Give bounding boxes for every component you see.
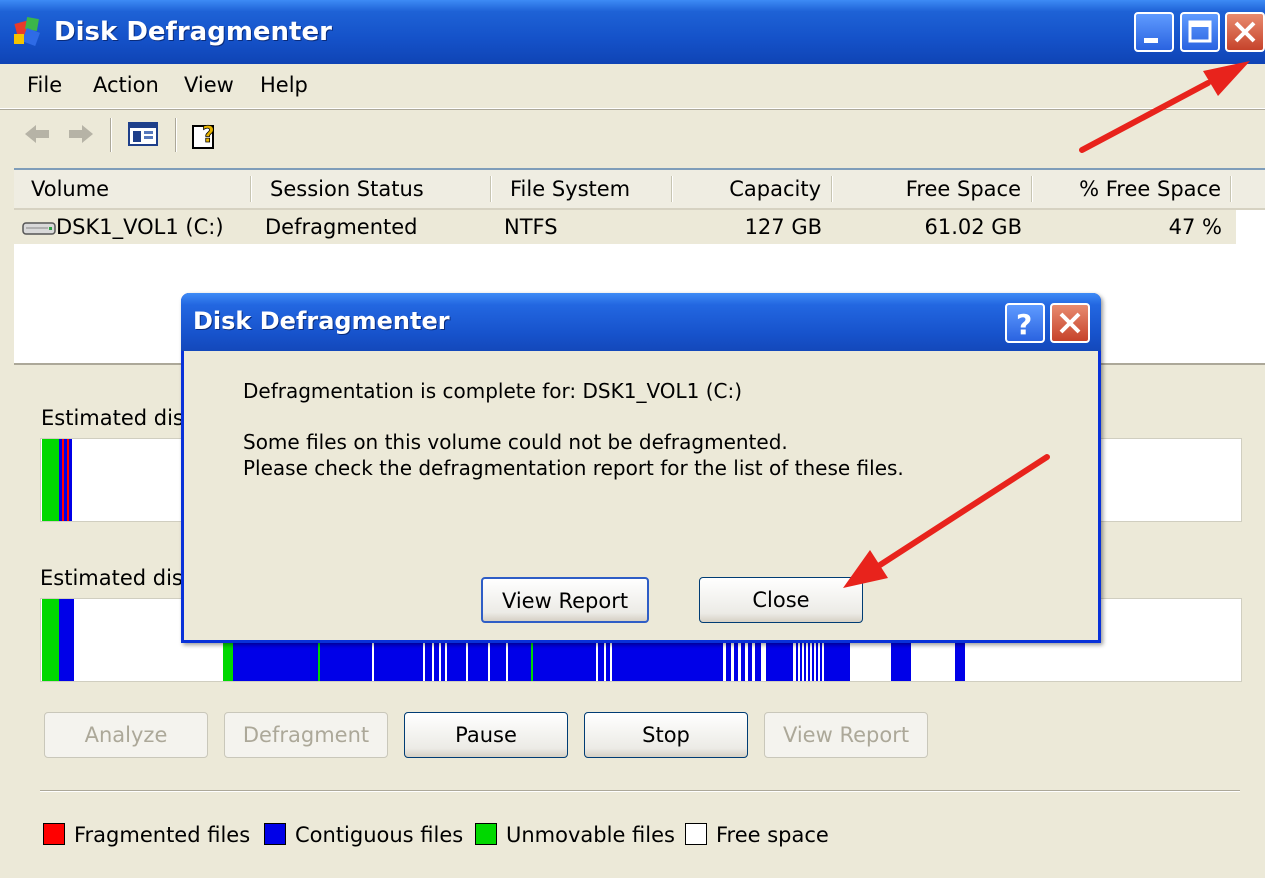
bar-segment-unmovable [42, 439, 59, 521]
legend-free-label: Free space [716, 823, 829, 847]
column-capacity[interactable]: Capacity [729, 177, 821, 201]
cell-volume: DSK1_VOL1 (C:) [56, 215, 224, 239]
menu-help[interactable]: Help [260, 73, 308, 97]
pause-button[interactable]: Pause [404, 712, 568, 758]
bar-segment-contiguous [59, 599, 74, 681]
dialog-close-x-button[interactable] [1050, 303, 1090, 343]
maximize-button[interactable] [1180, 12, 1220, 52]
dialog-title: Disk Defragmenter [193, 307, 450, 335]
column-separator[interactable] [831, 176, 832, 202]
legend-fragmented-label: Fragmented files [74, 823, 251, 847]
view-report-button[interactable]: View Report [764, 712, 928, 758]
svg-text:?: ? [1016, 308, 1032, 341]
column-session-status[interactable]: Session Status [270, 177, 424, 201]
help-icon: ? [1016, 308, 1032, 341]
cell-free-space: 61.02 GB [924, 215, 1022, 239]
window-title: Disk Defragmenter [54, 17, 332, 47]
maximize-icon [1188, 20, 1212, 43]
before-defrag-label: Estimated disk [41, 406, 197, 430]
completion-dialog: Disk Defragmenter ? Defragmentation is c… [181, 293, 1101, 643]
dialog-help-button[interactable]: ? [1005, 303, 1045, 343]
column-percent-free-space[interactable]: % Free Space [1079, 177, 1221, 201]
show-hide-console-tree-icon[interactable] [127, 120, 159, 148]
column-separator[interactable] [490, 176, 491, 202]
column-file-system[interactable]: File System [510, 177, 630, 201]
toolbar: ? [0, 110, 1265, 158]
back-arrow-icon[interactable] [22, 120, 52, 148]
legend-swatch-free [685, 823, 707, 845]
divider [40, 790, 1240, 791]
toolbar-separator [175, 118, 176, 152]
menu-view[interactable]: View [184, 73, 234, 97]
column-separator[interactable] [1230, 176, 1231, 202]
close-icon [1059, 312, 1081, 334]
bar-segment-fragmented [62, 439, 64, 521]
after-defrag-label: Estimated disk [40, 566, 196, 590]
bar-segment-unmovable [42, 599, 59, 681]
defragment-button[interactable]: Defragment [224, 712, 388, 758]
column-volume[interactable]: Volume [31, 177, 109, 201]
main-title-bar[interactable]: Disk Defragmenter [0, 0, 1265, 64]
dialog-view-report-button[interactable]: View Report [481, 577, 649, 623]
menu-file[interactable]: File [27, 73, 62, 97]
cell-percent-free-space: 47 % [1168, 215, 1222, 239]
dialog-message-line3: Please check the defragmentation report … [243, 456, 904, 480]
legend-swatch-fragmented [43, 823, 65, 845]
minimize-icon [1144, 38, 1158, 43]
help-topics-icon[interactable]: ? [190, 120, 222, 152]
disk-defrag-app-icon [14, 17, 40, 46]
menu-bar: File Action View Help [0, 64, 1265, 109]
minimize-button[interactable] [1134, 12, 1174, 52]
svg-text:?: ? [202, 123, 215, 148]
cell-capacity: 127 GB [744, 215, 822, 239]
cell-session-status: Defragmented [265, 215, 418, 239]
stop-button[interactable]: Stop [584, 712, 748, 758]
table-row[interactable]: DSK1_VOL1 (C:) Defragmented NTFS 127 GB … [14, 210, 1236, 244]
dialog-close-button[interactable]: Close [699, 577, 863, 623]
dialog-title-bar[interactable]: Disk Defragmenter ? [181, 293, 1101, 351]
legend-swatch-unmovable [475, 823, 497, 845]
column-separator[interactable] [671, 176, 672, 202]
window-close-button[interactable] [1225, 12, 1265, 52]
column-separator[interactable] [250, 176, 251, 202]
forward-arrow-icon[interactable] [66, 120, 96, 148]
menu-action[interactable]: Action [93, 73, 159, 97]
bar-segment-fragmented [67, 439, 69, 521]
cell-file-system: NTFS [504, 215, 558, 239]
analyze-button[interactable]: Analyze [44, 712, 208, 758]
bar-segment-contiguous [59, 439, 72, 521]
hard-drive-icon [22, 222, 56, 235]
legend-contiguous-label: Contiguous files [295, 823, 464, 847]
close-icon [1234, 21, 1256, 43]
column-free-space[interactable]: Free Space [906, 177, 1021, 201]
legend-swatch-contiguous [264, 823, 286, 845]
list-header: Volume Session Status File System Capaci… [14, 170, 1265, 210]
dialog-message-complete: Defragmentation is complete for: DSK1_VO… [243, 379, 743, 403]
toolbar-separator [110, 118, 111, 152]
legend-unmovable-label: Unmovable files [506, 823, 675, 847]
column-separator[interactable] [1031, 176, 1032, 202]
dialog-message-line2: Some files on this volume could not be d… [243, 430, 788, 454]
